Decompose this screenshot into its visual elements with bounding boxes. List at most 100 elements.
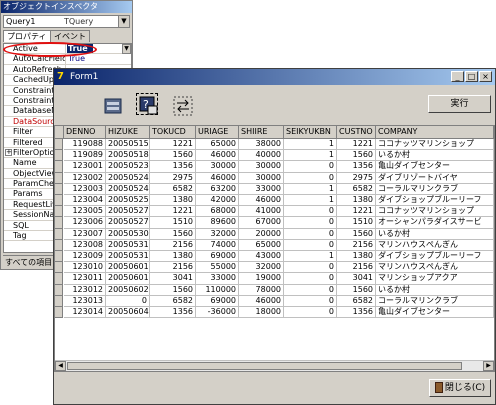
row-indicator[interactable] [55,239,63,251]
table-row[interactable]: 123008 20050531 2156 74000 65000 0 2156 マリンハウスぺ… [55,239,494,251]
table-cell[interactable]: 2156 [337,239,376,251]
column-header[interactable]: HIZUKE [106,126,150,139]
table-cell[interactable]: 30000 [239,172,284,184]
row-indicator[interactable] [55,273,63,285]
table-cell[interactable]: ダイブリゾートバイヤ [376,172,494,184]
table-cell[interactable]: 123012 [64,284,106,296]
table-cell[interactable]: 123008 [64,239,106,251]
scroll-right-icon[interactable]: ▶ [483,361,494,371]
close-window-button[interactable]: × [479,71,492,82]
table-cell[interactable]: 6582 [150,295,196,307]
table-cell[interactable]: 41000 [239,206,284,218]
table-cell[interactable]: 33000 [239,183,284,195]
table-cell[interactable]: 78000 [239,284,284,296]
table-cell[interactable]: 32000 [196,228,239,240]
row-indicator[interactable] [55,295,63,307]
table-cell[interactable]: 20050527 [106,217,150,229]
table-row[interactable]: 123010 20050601 2156 55000 32000 0 2156 マリンハウスぺ… [55,262,494,274]
table-cell[interactable]: 46000 [196,150,239,162]
table-cell[interactable]: 1356 [150,307,196,319]
table-cell[interactable]: 2975 [150,172,196,184]
table-cell[interactable]: マリンショップアクア [376,273,494,285]
table-cell[interactable]: 1 [284,251,337,263]
row-indicator[interactable] [55,262,63,274]
table-cell[interactable]: 67000 [239,217,284,229]
scroll-thumb[interactable] [67,362,462,370]
table-cell[interactable]: 20050530 [106,228,150,240]
table-cell[interactable]: 123001 [64,161,106,173]
column-header[interactable]: DENNO [64,126,106,139]
table-cell[interactable]: 1 [284,195,337,207]
table-cell[interactable]: いるか村 [376,228,494,240]
table-cell[interactable]: 1356 [337,307,376,319]
table-cell[interactable]: 20050531 [106,239,150,251]
table-cell[interactable]: 0 [284,239,337,251]
column-header[interactable]: COMPANY [376,126,494,139]
table-cell[interactable]: 0 [284,161,337,173]
table-cell[interactable]: 55000 [196,262,239,274]
table-cell[interactable]: 1356 [150,161,196,173]
table-cell[interactable]: ダイブショップブルーリーフ [376,195,494,207]
table-cell[interactable]: 18000 [239,307,284,319]
table-cell[interactable]: 20050527 [106,206,150,218]
table-cell[interactable]: 6582 [337,183,376,195]
table-cell[interactable]: 1 [284,183,337,195]
table-cell[interactable]: 1380 [150,195,196,207]
table-cell[interactable]: 2975 [337,172,376,184]
table-cell[interactable]: 123005 [64,206,106,218]
table-cell[interactable]: コーラルマリンクラブ [376,295,494,307]
row-indicator[interactable] [55,217,63,229]
table-cell[interactable]: 1380 [337,251,376,263]
table-row[interactable]: 123001 20050523 1356 30000 30000 0 1356 亀山ダイブセン… [55,161,494,173]
table-cell[interactable]: 1221 [337,206,376,218]
table-cell[interactable]: 123011 [64,273,106,285]
chevron-down-icon[interactable]: ▼ [122,44,131,54]
table-cell[interactable]: 1560 [150,284,196,296]
table-cell[interactable]: 1510 [337,217,376,229]
row-indicator[interactable] [55,161,63,173]
row-indicator[interactable] [55,150,63,162]
table-row[interactable]: 123002 20050524 2975 46000 30000 0 2975 ダイブリゾート… [55,172,494,184]
table-cell[interactable]: 123003 [64,183,106,195]
row-indicator[interactable] [55,206,63,218]
table-cell[interactable]: 123007 [64,228,106,240]
table-cell[interactable]: 6582 [150,183,196,195]
column-header[interactable]: URIAGE [196,126,239,139]
table-row[interactable]: 123009 20050531 1380 69000 43000 1 1380 ダイブショップ… [55,251,494,263]
row-indicator[interactable] [55,251,63,263]
table-cell[interactable]: 20050518 [106,150,150,162]
table-row[interactable]: 123007 20050530 1560 32000 20000 0 1560 いるか村 [55,228,494,240]
table-cell[interactable]: 1560 [337,150,376,162]
table-cell[interactable]: 68000 [196,206,239,218]
table-cell[interactable]: 1221 [337,139,376,151]
table-cell[interactable]: ココナッツマリンショップ [376,139,494,151]
component-selector[interactable]: Query1 TQuery ▼ [3,15,130,28]
table-cell[interactable]: 3041 [150,273,196,285]
table-cell[interactable]: 110000 [196,284,239,296]
table-cell[interactable]: 69000 [196,295,239,307]
expand-icon[interactable]: + [5,148,12,156]
table-cell[interactable]: 2156 [150,239,196,251]
table-cell[interactable]: 123014 [64,307,106,319]
table-cell[interactable]: 42000 [196,195,239,207]
table-cell[interactable]: 20050525 [106,195,150,207]
table-cell[interactable]: 1 [284,150,337,162]
column-header[interactable]: SEIKYUKBN [284,126,337,139]
table-row[interactable]: 123003 20050524 6582 63200 33000 1 6582 コーラルマリン… [55,183,494,195]
row-indicator[interactable] [55,307,63,319]
table-cell[interactable]: 1356 [337,161,376,173]
table-cell[interactable]: コーラルマリンクラブ [376,183,494,195]
table-cell[interactable]: 65000 [239,239,284,251]
execute-button[interactable]: 実行 [428,95,491,113]
table-cell[interactable]: 2156 [337,262,376,274]
row-indicator[interactable] [55,195,63,207]
table-cell[interactable]: いるか村 [376,150,494,162]
table-cell[interactable]: ココナッツマリンショップ [376,206,494,218]
table-row[interactable]: 123014 20050604 1356 -36000 18000 0 1356 亀山ダイブセ… [55,307,494,319]
table-cell[interactable]: 20050524 [106,172,150,184]
refresh-button[interactable]: ? [136,93,158,115]
table-cell[interactable]: 6582 [337,295,376,307]
table-cell[interactable]: 119089 [64,150,106,162]
table-cell[interactable]: 0 [106,295,150,307]
table-row[interactable]: 119088 20050515 1221 65000 38000 1 1221 ココナッツマリ… [55,139,494,151]
